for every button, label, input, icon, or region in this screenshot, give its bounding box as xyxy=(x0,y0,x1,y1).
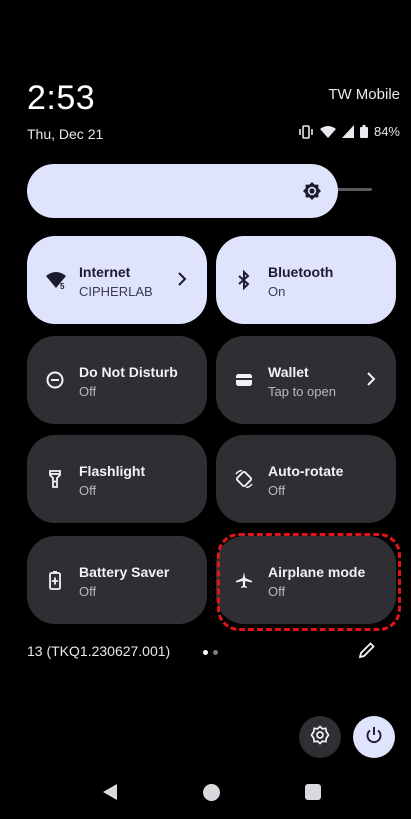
do-not-disturb-icon xyxy=(45,370,65,390)
carrier-name: TW Mobile xyxy=(328,86,400,103)
clock-time: 2:53 xyxy=(27,79,96,117)
tile-subtitle: Off xyxy=(79,384,97,399)
tile-title: Flashlight xyxy=(79,463,146,479)
tile-title: Bluetooth xyxy=(268,264,334,280)
bluetooth-icon xyxy=(234,269,254,291)
wifi-icon: 5 xyxy=(45,270,66,291)
highlight-box xyxy=(217,533,401,631)
wallet-icon xyxy=(234,370,254,390)
tile-bluetooth[interactable]: Bluetooth On xyxy=(216,236,396,324)
home-button[interactable] xyxy=(203,784,220,801)
vibrate-icon xyxy=(298,124,314,139)
tile-auto-rotate[interactable]: Auto-rotate Off xyxy=(216,435,396,523)
battery-icon xyxy=(359,125,368,138)
status-icons: 84% xyxy=(298,124,400,139)
settings-button[interactable] xyxy=(299,716,341,758)
tile-title: Wallet xyxy=(268,364,309,380)
date-label: Thu, Dec 21 xyxy=(27,126,104,142)
brightness-track[interactable] xyxy=(336,188,372,191)
battery-percent: 84% xyxy=(373,124,400,139)
svg-text:5: 5 xyxy=(60,282,65,290)
tile-subtitle: On xyxy=(268,284,286,299)
battery-saver-icon xyxy=(45,570,65,590)
gear-icon xyxy=(310,724,330,750)
recents-button[interactable] xyxy=(305,784,321,800)
tile-title: Battery Saver xyxy=(79,564,170,580)
power-icon xyxy=(364,725,384,750)
page-indicator xyxy=(203,650,218,655)
power-button[interactable] xyxy=(353,716,395,758)
tile-battery-saver[interactable]: Battery Saver Off xyxy=(27,536,207,624)
tile-internet[interactable]: 5 Internet CIPHERLAB xyxy=(27,236,207,324)
auto-rotate-icon xyxy=(234,469,254,489)
brightness-icon xyxy=(302,181,322,201)
tile-subtitle: Off xyxy=(268,483,286,498)
back-button[interactable] xyxy=(102,783,118,806)
tile-subtitle: Off xyxy=(79,584,97,599)
tile-title: Auto-rotate xyxy=(268,463,344,479)
tile-flashlight[interactable]: Flashlight Off xyxy=(27,435,207,523)
page-dot-active xyxy=(203,650,208,655)
tile-subtitle: Off xyxy=(79,483,97,498)
build-number: 13 (TKQ1.230627.001) xyxy=(27,643,171,659)
signal-icon xyxy=(341,125,354,138)
tile-do-not-disturb[interactable]: Do Not Disturb Off xyxy=(27,336,207,424)
tile-title: Internet xyxy=(79,264,131,280)
tile-wallet[interactable]: Wallet Tap to open xyxy=(216,336,396,424)
edit-icon[interactable] xyxy=(358,641,376,659)
chevron-right-icon xyxy=(177,272,187,286)
chevron-right-icon xyxy=(366,372,376,386)
flashlight-icon xyxy=(45,469,65,489)
tile-subtitle: Tap to open xyxy=(268,384,336,399)
tile-title: Do Not Disturb xyxy=(79,364,178,380)
page-dot xyxy=(213,650,218,655)
brightness-slider[interactable] xyxy=(27,164,338,218)
wifi-status-icon xyxy=(319,125,336,138)
tile-subtitle: CIPHERLAB xyxy=(79,284,153,299)
